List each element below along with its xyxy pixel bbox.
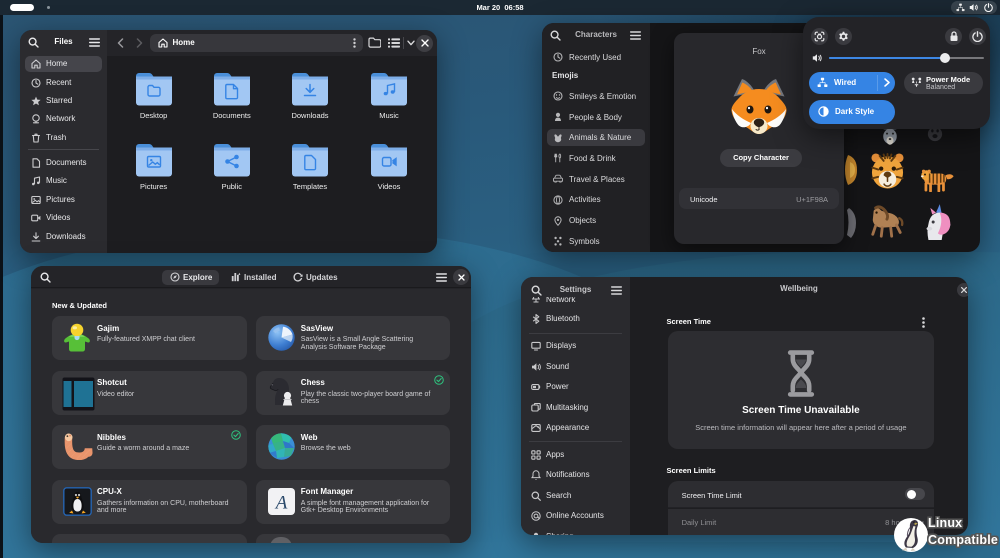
svg-text:A: A (273, 492, 287, 513)
